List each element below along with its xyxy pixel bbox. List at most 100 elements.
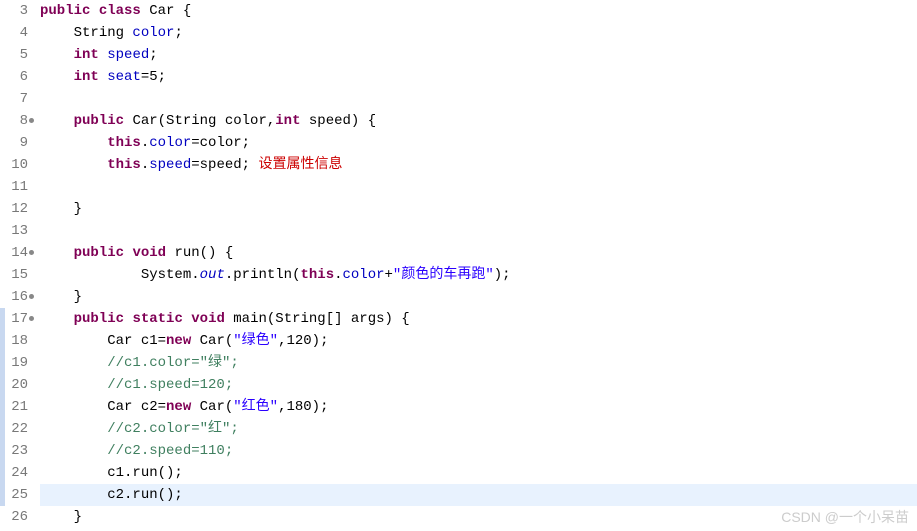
code-line[interactable] <box>40 220 917 242</box>
token-ident: c1.run(); <box>107 465 183 481</box>
code-line[interactable]: c1.run(); <box>40 462 917 484</box>
line-number: 21 <box>0 396 34 418</box>
line-number: 15 <box>0 264 34 286</box>
line-number-gutter: 3456789101112131415161718192021222324252… <box>0 0 34 528</box>
code-line[interactable]: } <box>40 286 917 308</box>
code-line[interactable]: c2.run(); <box>40 484 917 506</box>
token-str: "红色" <box>233 399 278 415</box>
line-number: 19 <box>0 352 34 374</box>
token-ident: ; <box>149 47 157 63</box>
token-ident: ,180); <box>278 399 328 415</box>
line-number: 18 <box>0 330 34 352</box>
token-comment: //c1.color="绿"; <box>107 355 239 371</box>
code-line[interactable]: this.speed=speed; 设置属性信息 <box>40 154 917 176</box>
token-ident: =5; <box>141 69 166 85</box>
token-kw: public <box>74 311 124 327</box>
token-ident: .println( <box>225 267 301 283</box>
line-number: 24 <box>0 462 34 484</box>
line-number: 14 <box>0 242 34 264</box>
code-line[interactable] <box>40 176 917 198</box>
code-line[interactable]: System.out.println(this.color+"颜色的车再跑"); <box>40 264 917 286</box>
watermark-text: CSDN @一个小呆苗 <box>781 506 909 528</box>
line-number: 11 <box>0 176 34 198</box>
token-kw: this <box>107 157 141 173</box>
token-comment: //c2.speed=110; <box>107 443 233 459</box>
token-field: color <box>343 267 385 283</box>
token-ident: main(String[] args) { <box>233 311 409 327</box>
token-comment: //c1.speed=120; <box>107 377 233 393</box>
code-line[interactable] <box>40 88 917 110</box>
token-kw: this <box>300 267 334 283</box>
token-ident: System. <box>141 267 200 283</box>
token-ident: } <box>74 509 82 525</box>
line-number: 16 <box>0 286 34 308</box>
line-number: 10 <box>0 154 34 176</box>
code-line[interactable]: } <box>40 198 917 220</box>
code-line[interactable]: String color; <box>40 22 917 44</box>
code-line[interactable]: //c1.speed=120; <box>40 374 917 396</box>
line-number: 7 <box>0 88 34 110</box>
line-number: 26 <box>0 506 34 528</box>
token-kw: new <box>166 399 191 415</box>
token-ident: String <box>74 25 133 41</box>
token-kw: public <box>74 113 124 129</box>
code-line[interactable]: public class Car { <box>40 0 917 22</box>
code-line[interactable]: //c2.color="红"; <box>40 418 917 440</box>
token-kw: void <box>132 245 166 261</box>
code-line[interactable]: public Car(String color,int speed) { <box>40 110 917 132</box>
token-kw: int <box>74 69 99 85</box>
code-area[interactable]: public class Car { String color; int spe… <box>34 0 917 528</box>
code-line[interactable]: public static void main(String[] args) { <box>40 308 917 330</box>
code-line[interactable]: int seat=5; <box>40 66 917 88</box>
line-number: 3 <box>0 0 34 22</box>
token-field: color <box>149 135 191 151</box>
token-ident: . <box>141 157 149 173</box>
code-line[interactable]: int speed; <box>40 44 917 66</box>
token-static-field: out <box>200 267 225 283</box>
line-number: 25 <box>0 484 34 506</box>
token-ident: } <box>74 289 82 305</box>
token-str: "颜色的车再跑" <box>393 267 494 283</box>
line-number: 5 <box>0 44 34 66</box>
token-ident: + <box>385 267 393 283</box>
code-line[interactable]: //c2.speed=110; <box>40 440 917 462</box>
code-line[interactable]: //c1.color="绿"; <box>40 352 917 374</box>
token-field: seat <box>107 69 141 85</box>
code-editor[interactable]: 3456789101112131415161718192021222324252… <box>0 0 917 528</box>
line-number: 6 <box>0 66 34 88</box>
token-ident: Car c2= <box>107 399 166 415</box>
token-kw: int <box>275 113 300 129</box>
token-kw: public <box>40 3 90 19</box>
token-ident: ; <box>174 25 182 41</box>
code-line[interactable]: public void run() { <box>40 242 917 264</box>
code-line[interactable]: Car c2=new Car("红色",180); <box>40 396 917 418</box>
token-ident: Car c1= <box>107 333 166 349</box>
token-str: "绿色" <box>233 333 278 349</box>
token-field: color <box>132 25 174 41</box>
token-ident: c2.run(); <box>107 487 183 503</box>
token-ident: ,120); <box>278 333 328 349</box>
code-line[interactable]: Car c1=new Car("绿色",120); <box>40 330 917 352</box>
token-ident: Car(String color, <box>132 113 275 129</box>
line-number: 13 <box>0 220 34 242</box>
token-kw: int <box>74 47 99 63</box>
token-kw: void <box>191 311 225 327</box>
token-ident: ); <box>494 267 511 283</box>
token-ident: Car( <box>191 333 233 349</box>
line-number: 4 <box>0 22 34 44</box>
line-number: 23 <box>0 440 34 462</box>
token-ident: Car { <box>149 3 191 19</box>
line-number: 20 <box>0 374 34 396</box>
line-number: 9 <box>0 132 34 154</box>
line-number: 8 <box>0 110 34 132</box>
token-ident: Car( <box>191 399 233 415</box>
code-line[interactable]: this.color=color; <box>40 132 917 154</box>
token-comment: //c2.color="红"; <box>107 421 239 437</box>
token-kw: this <box>107 135 141 151</box>
token-ident: . <box>141 135 149 151</box>
line-number: 22 <box>0 418 34 440</box>
token-ident: =color; <box>191 135 250 151</box>
token-field: speed <box>149 157 191 173</box>
annotation-text: 设置属性信息 <box>258 157 342 173</box>
token-kw: class <box>99 3 141 19</box>
